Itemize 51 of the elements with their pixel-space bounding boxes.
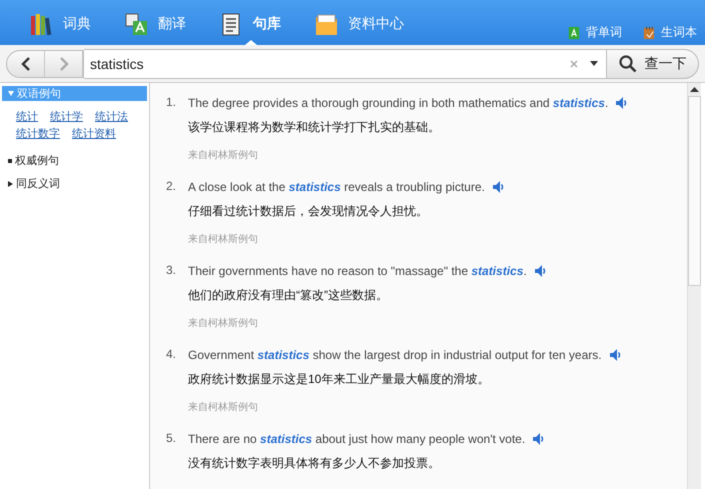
nav-tab[interactable]: 资料中心 bbox=[315, 11, 404, 37]
related-word-link[interactable]: 统计数字 bbox=[16, 126, 60, 141]
scroll-up-arrow-icon[interactable] bbox=[690, 87, 699, 92]
example-sentence: The degree provides a thorough grounding in both mathematics and statistics. bbox=[188, 96, 608, 110]
example-number: 5. bbox=[166, 431, 178, 447]
dropdown-caret-icon[interactable] bbox=[590, 61, 598, 66]
example-translation: 该学位课程将为数学和统计学打下扎实的基础。 bbox=[188, 119, 441, 136]
related-word-link[interactable]: 统计法 bbox=[95, 109, 128, 124]
scrollbar[interactable] bbox=[687, 83, 701, 489]
speaker-icon[interactable] bbox=[534, 264, 546, 276]
example-source: 来自柯林斯例句 bbox=[188, 400, 259, 414]
example-number: 4. bbox=[166, 347, 178, 363]
folder-icon bbox=[315, 12, 338, 36]
nav-tab[interactable]: 词典 bbox=[30, 11, 91, 37]
example-source: 来自柯林斯例句 bbox=[188, 232, 259, 246]
example-number: 3. bbox=[166, 263, 178, 279]
chevron-right-icon bbox=[58, 56, 68, 70]
search-field[interactable]: statistics bbox=[84, 48, 607, 78]
letter-card-icon bbox=[567, 26, 581, 40]
example-translation: 没有统计数字表明具体将有多少人不参加投票。 bbox=[188, 455, 441, 472]
speaker-icon[interactable] bbox=[610, 348, 621, 360]
example-number: 1. bbox=[166, 95, 178, 111]
sidebar-section-header[interactable]: 同反义词 bbox=[2, 176, 147, 191]
related-word-link[interactable]: 统计 bbox=[16, 109, 38, 124]
example-sentence: Government statistics show the largest drop in industrial output for ten years. bbox=[188, 348, 602, 362]
example-translation: 政府统计数据显示这是10年来工业产量最大幅度的滑坡。 bbox=[188, 371, 490, 388]
related-word-link[interactable]: 统计学 bbox=[50, 109, 83, 124]
example-number: 2. bbox=[166, 179, 178, 195]
sidebar-section-header[interactable]: 权威例句 bbox=[2, 153, 147, 168]
speaker-icon[interactable] bbox=[533, 432, 544, 444]
example-translation: 他们的政府没有理由“篡改”这些数据。 bbox=[188, 287, 389, 304]
example-sentence: There are no statistics about just how many people won't vote. bbox=[188, 432, 526, 446]
translate-icon bbox=[125, 12, 148, 36]
speaker-icon[interactable] bbox=[492, 180, 504, 192]
speaker-icon[interactable] bbox=[616, 96, 628, 108]
search-input[interactable]: statistics bbox=[88, 54, 558, 72]
example-sentence: A close look at the statistics reveals a troubling picture. bbox=[188, 180, 485, 194]
nav-tab[interactable]: 翻译 bbox=[125, 11, 186, 37]
example-source: 来自柯林斯例句 bbox=[188, 316, 259, 330]
notebook-icon bbox=[642, 26, 656, 40]
example-source: 来自柯林斯例句 bbox=[188, 148, 259, 162]
nav-link[interactable]: 生词本 bbox=[642, 24, 697, 41]
nav-link[interactable]: 背单词 bbox=[567, 24, 622, 41]
books-icon bbox=[30, 12, 53, 36]
related-word-link[interactable]: 统计资料 bbox=[72, 126, 116, 141]
search-icon bbox=[618, 54, 636, 72]
scrollbar-thumb[interactable] bbox=[688, 96, 701, 286]
example-translation: 仔细看过统计数据后，会发现情况令人担忧。 bbox=[188, 203, 429, 220]
example-sentence: Their governments have no reason to "massage" the statistics. bbox=[188, 264, 527, 278]
chevron-left-icon bbox=[20, 56, 30, 70]
search-button[interactable]: 查一下 bbox=[607, 48, 699, 78]
